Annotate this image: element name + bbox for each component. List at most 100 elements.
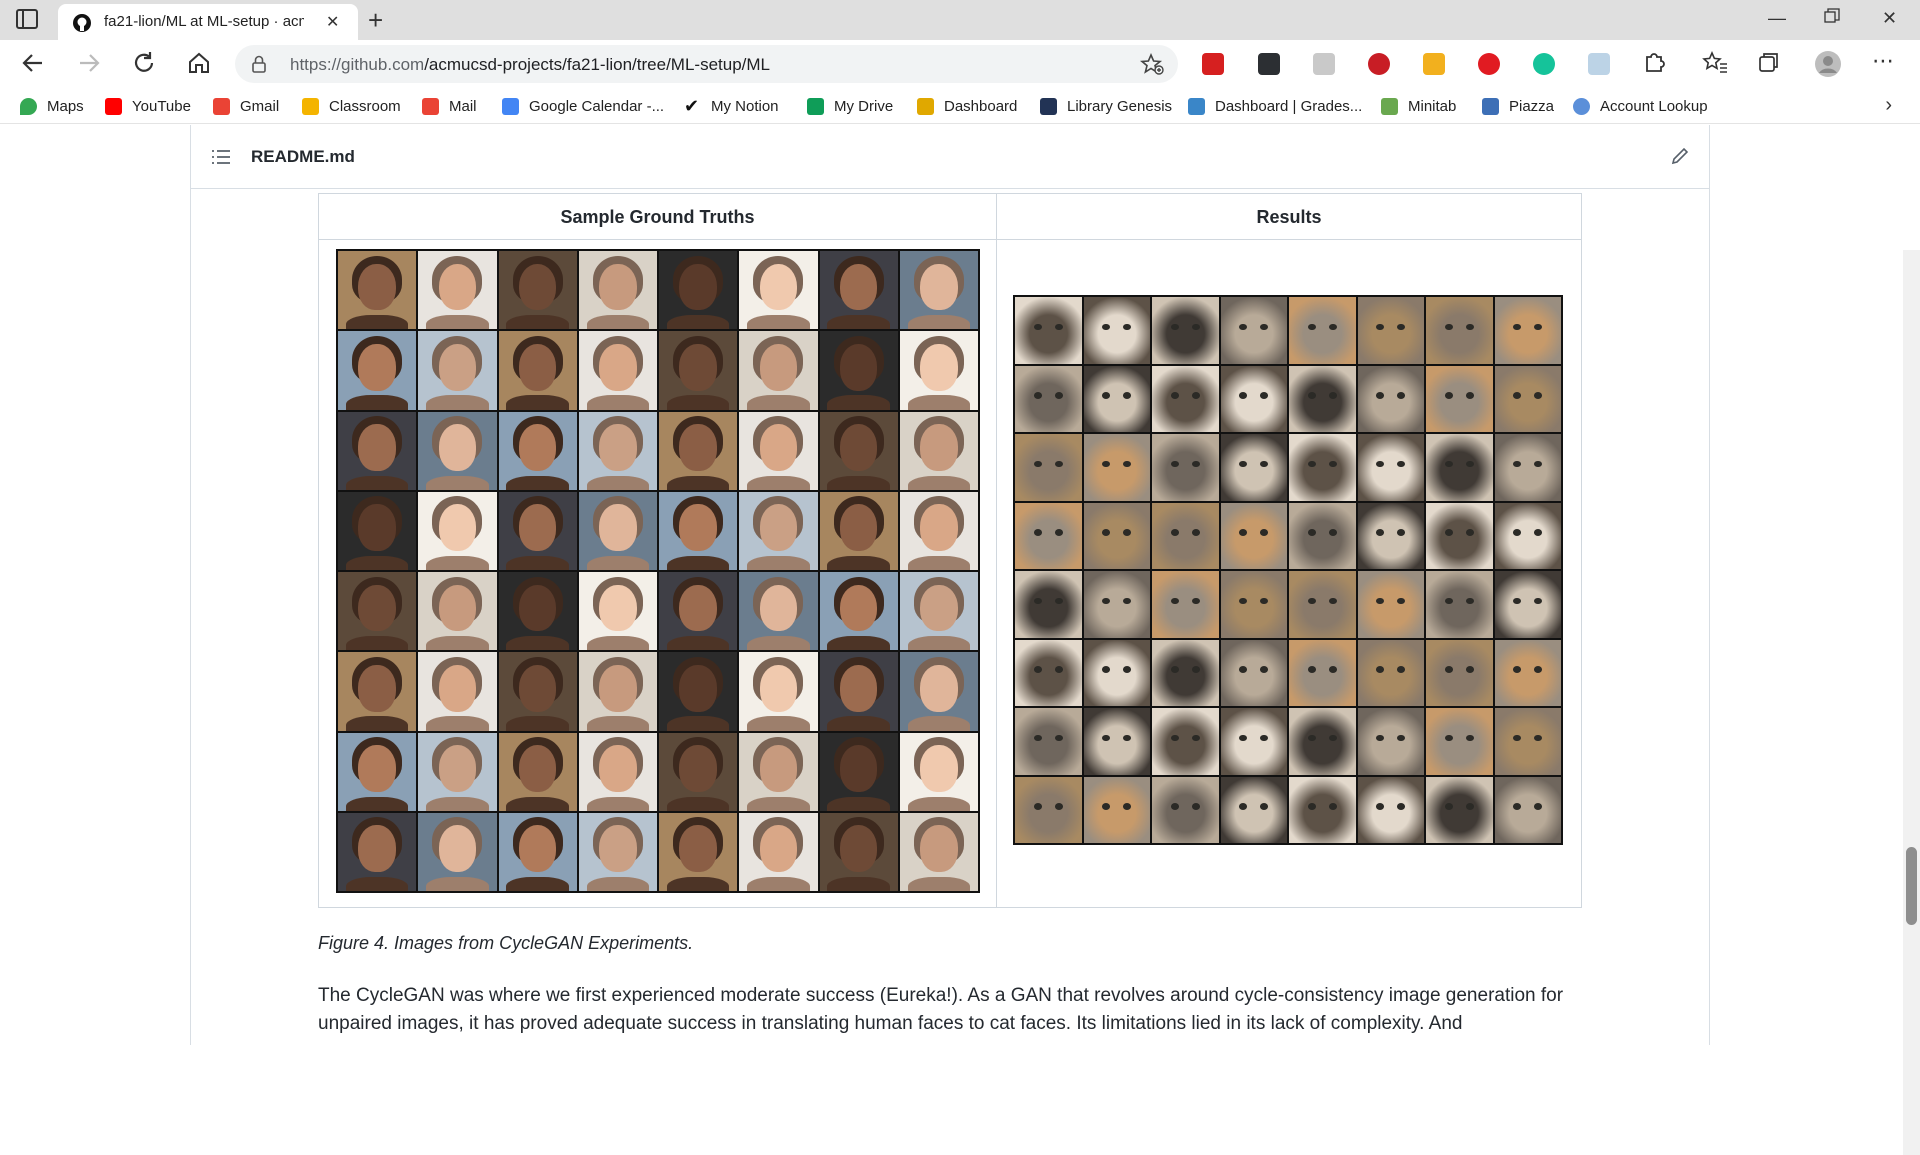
face-thumbnail xyxy=(899,812,978,891)
restore-icon[interactable] xyxy=(1824,8,1840,29)
extensions-puzzle-icon[interactable] xyxy=(1642,50,1670,78)
bookmark-calendar[interactable]: Google Calendar -... xyxy=(502,95,664,117)
scrollbar[interactable] xyxy=(1903,250,1920,1155)
cat-thumbnail xyxy=(1357,776,1424,843)
bookmark-gmail[interactable]: Gmail xyxy=(213,95,279,117)
close-window-icon[interactable]: ✕ xyxy=(1882,8,1897,29)
face-thumbnail xyxy=(739,732,818,811)
bookmark-classroom[interactable]: Classroom xyxy=(302,95,401,117)
extension-paypal-icon[interactable] xyxy=(1258,53,1280,75)
cat-thumbnail xyxy=(1015,639,1082,706)
cat-thumbnail xyxy=(1426,639,1493,706)
face-thumbnail xyxy=(578,812,657,891)
back-icon[interactable] xyxy=(20,50,48,78)
bookmark-piazza[interactable]: Piazza xyxy=(1482,95,1554,117)
extension-adblock-icon[interactable] xyxy=(1478,53,1500,75)
face-thumbnail xyxy=(338,331,417,410)
cat-thumbnail xyxy=(1220,571,1287,638)
lock-icon[interactable] xyxy=(251,55,267,78)
bookmark-label: Piazza xyxy=(1509,97,1555,115)
home-icon[interactable] xyxy=(186,50,214,78)
collections-icon[interactable] xyxy=(1757,50,1785,78)
bookmark-label: Google Calendar -... xyxy=(529,97,665,115)
more-menu-icon[interactable]: ⋯ xyxy=(1872,48,1900,76)
face-thumbnail xyxy=(819,812,898,891)
extension-video-icon[interactable] xyxy=(1588,53,1610,75)
add-favorite-icon[interactable] xyxy=(1139,52,1164,80)
forward-icon[interactable] xyxy=(76,50,104,78)
new-tab-icon[interactable]: + xyxy=(368,5,383,36)
face-thumbnail xyxy=(899,491,978,570)
extension-honey-icon[interactable] xyxy=(1423,53,1445,75)
cat-thumbnail xyxy=(1015,434,1082,501)
scrollbar-thumb[interactable] xyxy=(1906,847,1917,925)
extension-record-icon[interactable] xyxy=(1368,53,1390,75)
bookmark-label: Gmail xyxy=(240,97,280,115)
bookmark-account-lookup[interactable]: Account Lookup xyxy=(1573,95,1708,117)
bookmark-grades[interactable]: Dashboard | Grades... xyxy=(1188,95,1362,117)
face-thumbnail xyxy=(659,251,738,330)
face-thumbnail xyxy=(338,732,417,811)
face-thumbnail xyxy=(498,652,577,731)
face-thumbnail xyxy=(819,652,898,731)
cat-thumbnail xyxy=(1015,776,1082,843)
list-icon[interactable] xyxy=(211,149,231,170)
face-thumbnail xyxy=(418,491,497,570)
figure-caption: Figure 4. Images from CycleGAN Experimen… xyxy=(318,933,694,953)
bookmark-notion[interactable]: ✔ My Notion xyxy=(684,95,779,117)
face-thumbnail xyxy=(338,572,417,651)
readme-filename: README.md xyxy=(251,147,355,166)
cat-thumbnail xyxy=(1289,434,1356,501)
extension-grammarly-icon[interactable] xyxy=(1533,53,1555,75)
bookmark-dashboard[interactable]: Dashboard xyxy=(917,95,1017,117)
cat-thumbnail xyxy=(1289,571,1356,638)
bookmark-label: My Notion xyxy=(711,97,779,115)
extension-grey-icon[interactable] xyxy=(1313,53,1335,75)
active-tab[interactable]: fa21-lion/ML at ML-setup · acmu ✕ xyxy=(58,4,358,40)
tab-actions-icon[interactable] xyxy=(16,9,44,31)
face-thumbnail xyxy=(498,331,577,410)
bookmark-drive[interactable]: My Drive xyxy=(807,95,893,117)
dashboard-icon xyxy=(917,97,934,115)
cat-thumbnail xyxy=(1015,571,1082,638)
cat-thumbnail xyxy=(1083,776,1150,843)
cat-thumbnail xyxy=(1015,297,1082,364)
cat-thumbnail xyxy=(1289,365,1356,432)
cat-thumbnail xyxy=(1152,365,1219,432)
chevron-right-icon[interactable]: › xyxy=(1885,94,1892,117)
face-thumbnail xyxy=(418,652,497,731)
minimize-icon[interactable]: — xyxy=(1768,8,1786,29)
pencil-icon[interactable] xyxy=(1671,147,1689,170)
bookmark-library-genesis[interactable]: Library Genesis xyxy=(1040,95,1172,117)
bookmark-label: Dashboard xyxy=(944,97,1018,115)
cat-thumbnail xyxy=(1220,639,1287,706)
bookmark-maps[interactable]: Maps xyxy=(20,95,84,117)
cat-thumbnail xyxy=(1357,365,1424,432)
favorites-icon[interactable] xyxy=(1702,50,1730,78)
face-thumbnail xyxy=(819,732,898,811)
profile-avatar[interactable] xyxy=(1814,50,1842,78)
cat-thumbnail xyxy=(1083,434,1150,501)
cat-thumbnail xyxy=(1357,502,1424,569)
face-thumbnail xyxy=(899,331,978,410)
extension-pdf-icon[interactable] xyxy=(1202,53,1224,75)
cats-image-grid xyxy=(1013,295,1563,845)
cat-thumbnail xyxy=(1152,708,1219,775)
bookmark-label: Minitab xyxy=(1408,97,1457,115)
cat-thumbnail xyxy=(1152,502,1219,569)
address-bar[interactable]: https://github.com/acmucsd-projects/fa21… xyxy=(235,45,1178,83)
face-thumbnail xyxy=(578,251,657,330)
face-thumbnail xyxy=(338,652,417,731)
refresh-icon[interactable] xyxy=(131,50,159,78)
face-thumbnail xyxy=(739,652,818,731)
face-thumbnail xyxy=(739,572,818,651)
bar-chart-icon xyxy=(1188,97,1205,115)
bookmark-mail[interactable]: Mail xyxy=(422,95,477,117)
cat-thumbnail xyxy=(1494,571,1561,638)
bookmark-label: YouTube xyxy=(132,97,191,115)
face-thumbnail xyxy=(498,812,577,891)
bookmark-minitab[interactable]: Minitab xyxy=(1381,95,1456,117)
bookmark-youtube[interactable]: YouTube xyxy=(105,95,191,117)
url-path: /acmucsd-projects/fa21-lion/tree/ML-setu… xyxy=(424,55,770,74)
close-tab-icon[interactable]: ✕ xyxy=(326,12,339,32)
